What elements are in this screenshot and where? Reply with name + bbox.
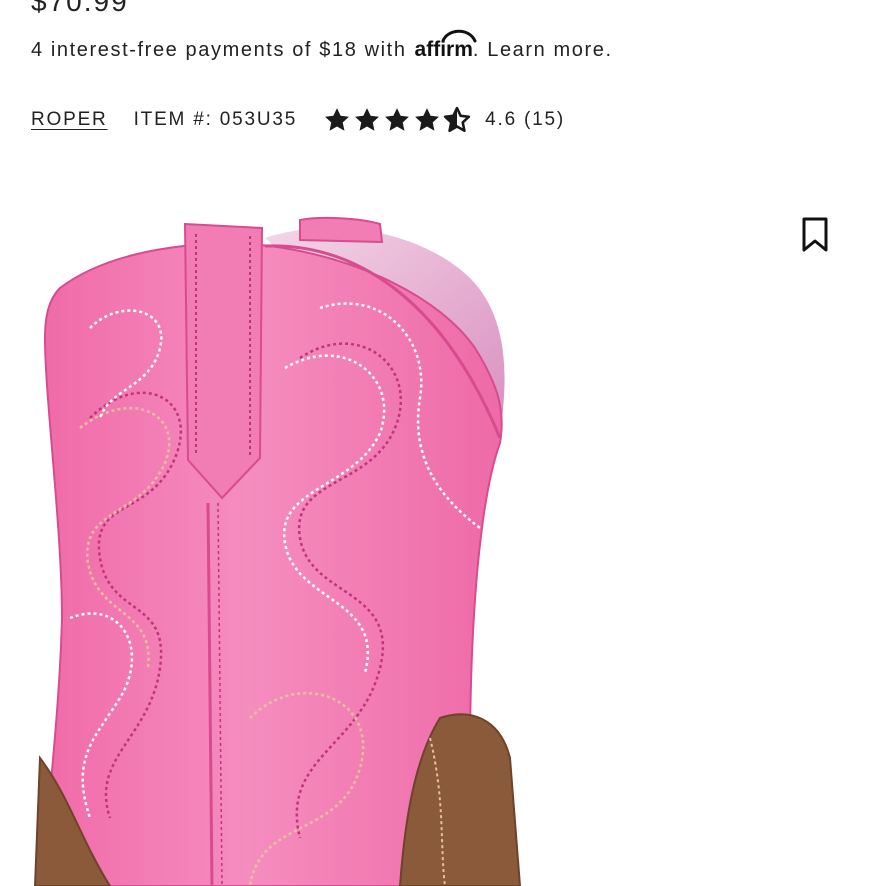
star-icon — [355, 108, 380, 131]
product-meta-row: ROPER ITEM #: 053U35 4.6 (15) — [31, 104, 565, 136]
star-icon — [325, 108, 350, 131]
star-rating[interactable] — [323, 106, 471, 134]
brand-link[interactable]: ROPER — [31, 109, 108, 131]
affirm-arc-icon — [441, 29, 477, 43]
product-image[interactable] — [0, 198, 886, 886]
item-number: ITEM #: 053U35 — [133, 109, 298, 130]
rating-summary[interactable]: 4.6 (15) — [485, 109, 565, 131]
bookmark-icon[interactable] — [800, 216, 830, 254]
affirm-logo: affirm — [415, 29, 477, 62]
star-icon — [415, 108, 440, 131]
learn-more-link[interactable]: . Learn more. — [473, 39, 613, 62]
product-price: $70.99 — [31, 0, 129, 17]
star-icon — [385, 108, 410, 131]
affirm-payments-line: 4 interest-free payments of $18 with aff… — [31, 29, 613, 62]
half-star-icon — [443, 106, 471, 133]
payments-text: 4 interest-free payments of $18 with — [31, 39, 407, 61]
